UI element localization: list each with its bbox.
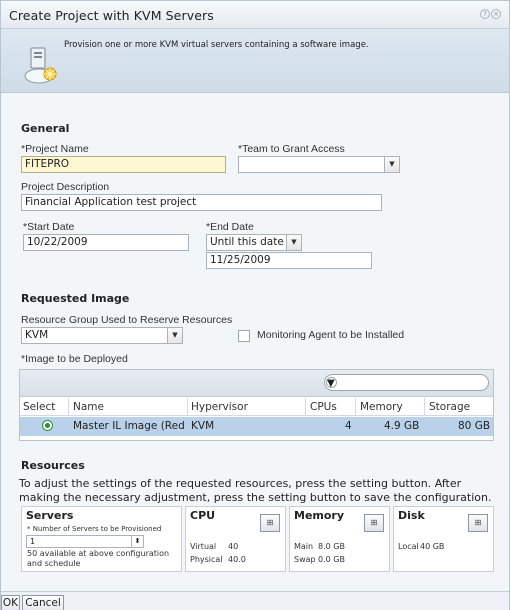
- column-header-hypervisor[interactable]: Hypervisor: [191, 401, 248, 413]
- monitoring-agent-checkbox[interactable]: [238, 330, 250, 342]
- server-provision-icon: [24, 47, 57, 84]
- column-divider: [187, 398, 188, 416]
- cpu-title: CPU: [190, 509, 216, 522]
- cpu-settings-button[interactable]: ⊞: [260, 514, 280, 532]
- monitoring-agent-label: Monitoring Agent to be Installed: [257, 329, 405, 341]
- memory-swap-value: 0.0 GB: [318, 555, 345, 564]
- column-divider: [355, 398, 356, 416]
- image-table-toolbar: ▼: [20, 370, 493, 397]
- window-controls: ? ×: [480, 9, 501, 19]
- row-memory: 4.9 GB: [384, 420, 420, 432]
- column-header-storage[interactable]: Storage: [429, 401, 470, 413]
- server-count-label: * Number of Servers to be Provisioned: [27, 525, 162, 533]
- disk-local-value: 40 GB: [420, 542, 445, 551]
- cpu-virtual-value: 40: [228, 542, 239, 551]
- memory-settings-button[interactable]: ⊞: [364, 514, 384, 532]
- cpu-virtual-label: Virtual: [190, 542, 217, 551]
- stepper-arrows-icon[interactable]: ⬍: [131, 536, 143, 547]
- project-name-label: *Project Name: [21, 143, 89, 155]
- cpu-physical-label: Physical: [190, 555, 223, 564]
- end-date-mode-value: Until this date: [210, 236, 284, 248]
- cpu-panel: CPU ⊞ Virtual 40 Physical 40.0: [185, 506, 286, 572]
- servers-panel: Servers * Number of Servers to be Provis…: [21, 506, 182, 572]
- resources-instructions: To adjust the settings of the requested …: [19, 477, 492, 504]
- ok-button[interactable]: OK: [1, 595, 20, 610]
- row-storage: 80 GB: [458, 420, 491, 432]
- requested-image-heading: Requested Image: [21, 292, 130, 305]
- resources-heading: Resources: [21, 459, 85, 472]
- cpu-physical-value: 40.0: [228, 555, 246, 564]
- server-availability: 50 available at above configuration and …: [27, 549, 170, 568]
- team-label: *Team to Grant Access: [238, 143, 345, 155]
- dialog-description: Provision one or more KVM virtual server…: [64, 40, 369, 50]
- column-header-memory[interactable]: Memory: [360, 401, 403, 413]
- chevron-down-icon[interactable]: ▼: [384, 157, 399, 172]
- help-icon[interactable]: ?: [480, 9, 490, 19]
- end-date-mode-select[interactable]: Until this date ▼: [206, 234, 302, 251]
- resource-group-value: KVM: [25, 329, 49, 341]
- general-heading: General: [21, 122, 70, 135]
- column-divider: [424, 398, 425, 416]
- image-table: ▼ Select Name Hypervisor CPUs Memory Sto…: [19, 369, 494, 441]
- server-count-stepper[interactable]: 1 ⬍: [26, 535, 144, 548]
- disk-settings-button[interactable]: ⊞: [468, 514, 488, 532]
- create-project-dialog: Create Project with KVM Servers ? × Prov…: [0, 0, 510, 610]
- image-to-deploy-label: *Image to be Deployed: [21, 353, 128, 365]
- dialog-title: Create Project with KVM Servers: [9, 8, 214, 23]
- disk-local-label: Local: [398, 542, 419, 551]
- server-count-value: 1: [30, 537, 36, 546]
- table-row[interactable]: Master IL Image (Red KVM 4 4.9 GB 80 GB: [20, 417, 493, 436]
- resource-group-label: Resource Group Used to Reserve Resources: [21, 314, 233, 326]
- chevron-down-icon[interactable]: ▼: [167, 328, 182, 343]
- close-icon[interactable]: ×: [491, 9, 501, 19]
- filter-dropdown-icon[interactable]: ▼: [326, 377, 337, 389]
- image-table-header: Select Name Hypervisor CPUs Memory Stora…: [20, 398, 493, 416]
- memory-swap-label: Swap: [294, 555, 316, 564]
- column-divider: [305, 398, 306, 416]
- end-date-label: *End Date: [206, 221, 254, 233]
- start-date-input[interactable]: 10/22/2009: [23, 234, 189, 251]
- dialog-banner: Provision one or more KVM virtual server…: [1, 29, 509, 93]
- end-date-input[interactable]: 11/25/2009: [206, 252, 372, 269]
- memory-main-value: 8.0 GB: [318, 542, 345, 551]
- project-name-input[interactable]: FITEPRO: [21, 156, 226, 173]
- disk-panel: Disk ⊞ Local 40 GB: [393, 506, 494, 572]
- project-description-label: Project Description: [21, 181, 110, 193]
- start-date-label: *Start Date: [23, 221, 75, 233]
- disk-title: Disk: [398, 509, 425, 522]
- project-description-input[interactable]: Financial Application test project: [21, 194, 382, 211]
- filter-input[interactable]: [324, 374, 489, 391]
- column-header-name[interactable]: Name: [73, 401, 104, 413]
- memory-title: Memory: [294, 509, 345, 522]
- column-divider: [68, 398, 69, 416]
- dialog-titlebar: Create Project with KVM Servers ? ×: [1, 1, 509, 29]
- team-select[interactable]: ▼: [238, 156, 400, 173]
- row-hypervisor: KVM: [191, 420, 215, 432]
- row-select-radio[interactable]: [42, 420, 53, 431]
- row-cpus: 4: [345, 420, 352, 432]
- resource-group-select[interactable]: KVM ▼: [21, 327, 183, 344]
- row-name: Master IL Image (Red: [73, 420, 185, 432]
- memory-main-label: Main: [294, 542, 314, 551]
- chevron-down-icon[interactable]: ▼: [286, 235, 301, 250]
- cancel-button[interactable]: Cancel: [22, 595, 64, 610]
- column-header-cpus[interactable]: CPUs: [310, 401, 337, 413]
- dialog-footer: OK Cancel: [1, 591, 509, 610]
- column-header-select[interactable]: Select: [23, 401, 55, 413]
- memory-panel: Memory ⊞ Main 8.0 GB Swap 0.0 GB: [289, 506, 390, 572]
- servers-title: Servers: [26, 509, 74, 522]
